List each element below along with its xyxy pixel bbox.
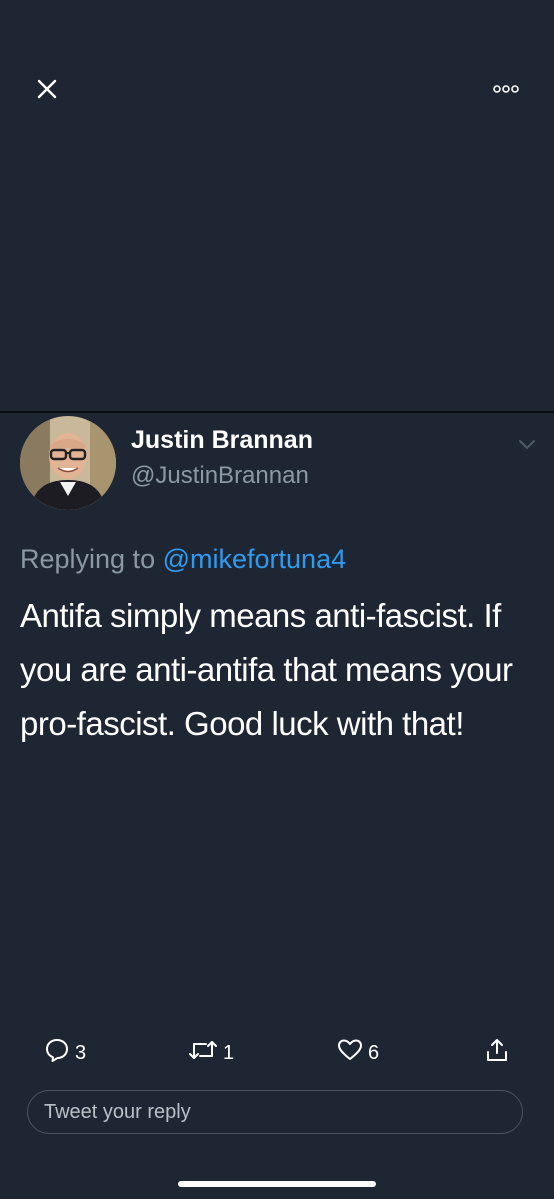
reply-input[interactable]: Tweet your reply — [27, 1090, 523, 1134]
like-button[interactable]: 6 — [337, 1038, 379, 1068]
reply-icon — [44, 1037, 70, 1069]
like-count: 6 — [368, 1041, 380, 1064]
heart-icon — [337, 1038, 363, 1068]
home-indicator[interactable] — [178, 1181, 376, 1187]
header-divider — [0, 411, 554, 413]
retweet-icon — [188, 1038, 218, 1068]
avatar[interactable] — [20, 416, 116, 510]
author-handle[interactable]: @JustinBrannan — [131, 462, 309, 490]
reply-count: 3 — [75, 1041, 87, 1064]
share-button[interactable] — [484, 1038, 510, 1068]
tweet-text: Antifa simply means anti-fascist. If you… — [20, 597, 513, 742]
mention-link[interactable]: @mikefortuna4 — [163, 544, 347, 574]
retweet-count: 1 — [223, 1041, 235, 1064]
share-icon — [484, 1037, 510, 1069]
close-icon[interactable] — [30, 72, 64, 106]
author-name[interactable]: Justin Brannan — [131, 426, 313, 455]
reply-button[interactable]: 3 — [44, 1038, 86, 1068]
replying-to: Replying to @mikefortuna4 — [20, 544, 346, 575]
retweet-button[interactable]: 1 — [188, 1038, 234, 1068]
reply-input-placeholder: Tweet your reply — [44, 1100, 191, 1123]
more-options-icon[interactable] — [484, 72, 528, 106]
chevron-down-icon[interactable] — [514, 436, 540, 454]
replying-prefix: Replying to — [20, 544, 156, 574]
